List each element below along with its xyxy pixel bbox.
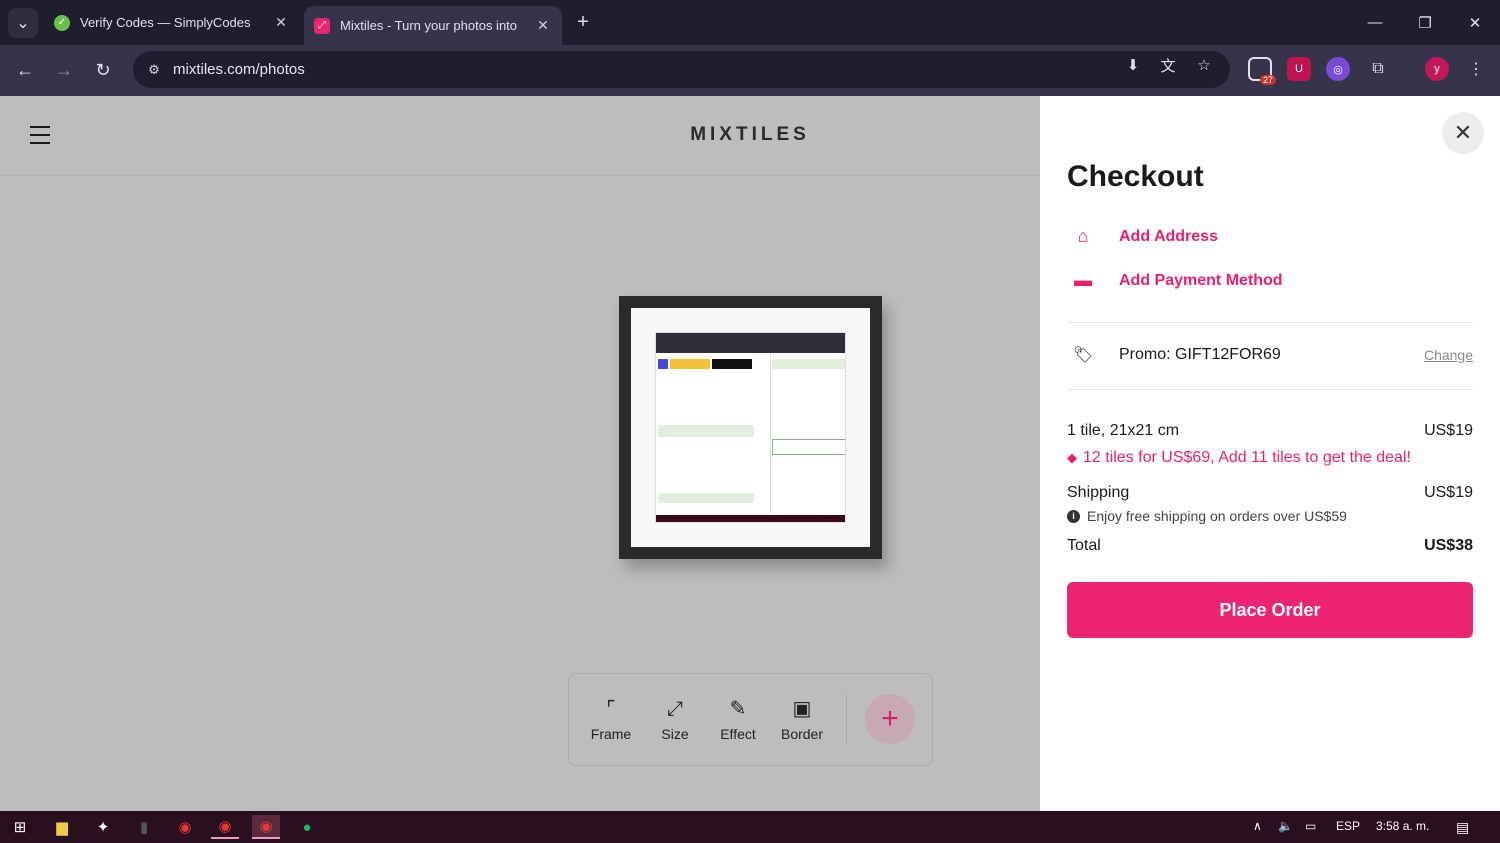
windows-taskbar: ⊞ ▆ ✦ ▮ ◉ ◉ ◉ ● ∧ 🔈 ▭ ESP 3:58 a. m. ▤ [0,811,1500,843]
promo-code: Promo: GIFT12FOR69 [1119,346,1281,363]
tag-icon: 🏷 [1072,347,1094,364]
close-tab-icon[interactable]: ✕ [272,14,290,31]
notifications-icon[interactable]: ▤ [1456,819,1469,836]
shipping-price: US$19 [1424,484,1473,501]
check-icon: ✓ [54,14,70,31]
total-row: Total US$38 [1067,537,1473,555]
add-photo-button[interactable]: + [865,694,915,744]
toolbar-divider [846,694,847,744]
windows-start-icon[interactable]: ⊞ [6,815,34,839]
home-icon: ⌂ [1077,226,1089,246]
install-app-icon[interactable]: ⬇ [1121,53,1145,77]
deal-promo[interactable]: ◆ 12 tiles for US$69, Add 11 tiles to ge… [1067,449,1411,467]
new-tab-button[interactable]: + [570,9,596,35]
language-indicator[interactable]: ESP [1336,819,1360,833]
shipping-label: Shipping [1067,484,1130,501]
total-label: Total [1067,537,1101,554]
item-price: US$19 [1424,422,1473,439]
promo-row: 🏷 Promo: GIFT12FOR69 Change [1067,345,1473,365]
photo-editor-area: MIXTILES ⌜ Frame ⤢ Size ✎ Effect ▣ Borde… [0,96,1040,811]
deal-text: 12 tiles for US$69, Add 11 tiles to get … [1083,449,1411,466]
effect-tool-button[interactable]: ✎ Effect [708,696,768,742]
url-text: mixtiles.com/photos [173,61,305,78]
add-payment-link[interactable]: ▬ Add Payment Method [1067,270,1283,291]
profile-avatar[interactable]: y [1425,57,1449,81]
address-bar[interactable]: ⚙ mixtiles.com/photos [133,51,1230,88]
extension-badge: 27 [1259,75,1276,85]
translate-icon[interactable]: 文 [1156,53,1180,77]
tab-title: Mixtiles - Turn your photos into [340,18,518,33]
volume-icon[interactable]: 🔈 [1278,819,1293,833]
app-icon[interactable]: ▮ [130,815,158,839]
file-explorer-icon[interactable]: ▆ [48,815,76,839]
info-icon: i [1067,509,1080,523]
add-payment-label: Add Payment Method [1119,271,1283,289]
divider [1067,389,1473,390]
extension-icon[interactable]: 27 [1248,57,1276,85]
frame-icon: ⌜ [606,698,616,720]
border-tool-button[interactable]: ▣ Border [772,696,832,742]
chrome-icon[interactable]: ◉ [252,815,280,839]
resize-icon: ⤢ [667,698,683,720]
site-info-icon[interactable]: ⚙ [143,62,165,78]
item-row: 1 tile, 21x21 cm US$19 [1067,422,1473,440]
app-icon[interactable]: ✦ [89,815,117,839]
frame-tool-button[interactable]: ⌜ Frame [581,696,641,742]
brush-icon: ✎ [729,698,747,720]
tool-label: Border [780,726,824,742]
chrome-icon[interactable]: ◉ [171,815,199,839]
back-button[interactable]: ← [10,55,40,85]
shipping-note-text: Enjoy free shipping on orders over US$59 [1087,508,1347,524]
ublock-icon[interactable]: U [1287,57,1311,81]
size-tool-button[interactable]: ⤢ Size [645,696,705,742]
close-icon[interactable]: ✕ [1442,112,1484,154]
extensions-puzzle-icon[interactable]: ⧉ [1366,57,1390,81]
close-tab-icon[interactable]: ✕ [534,17,552,34]
page-content: MIXTILES ⌜ Frame ⤢ Size ✎ Effect ▣ Borde… [0,96,1500,811]
shipping-row: Shipping US$19 [1067,484,1473,502]
tab-title: Verify Codes — SimplyCodes [80,15,251,30]
browser-menu-icon[interactable]: ⋮ [1464,57,1488,81]
item-label: 1 tile, 21x21 cm [1067,422,1180,439]
forward-button[interactable]: → [49,55,79,85]
checkout-panel: ✕ Checkout ⌂ Add Address ▬ Add Payment M… [1040,96,1500,811]
chrome-icon[interactable]: ◉ [211,815,239,839]
clock[interactable]: 3:58 a. m. [1376,819,1429,833]
photo-preview [655,332,846,523]
shipping-note: i Enjoy free shipping on orders over US$… [1067,508,1347,524]
checkout-title: Checkout [1067,160,1204,193]
tray-chevron-icon[interactable]: ∧ [1253,819,1262,833]
tab-search-button[interactable]: ⌄ [8,8,38,38]
tool-label: Size [661,726,689,742]
tool-label: Effect [720,726,756,742]
restore-button[interactable]: ❐ [1400,0,1450,45]
tool-label: Frame [590,726,632,742]
photo-tile[interactable] [619,296,882,559]
minimize-button[interactable]: — [1350,0,1400,45]
tag-icon: ◆ [1067,450,1077,465]
tab-bar: ⌄ ✓ Verify Codes — SimplyCodes ✕ ⤢ Mixti… [0,0,1500,45]
browser-toolbar: ← → ↻ ⚙ mixtiles.com/photos ⬇ 文 ☆ 27 U ◎… [0,45,1500,96]
border-icon: ▣ [792,698,812,720]
credit-card-icon: ▬ [1074,270,1092,290]
change-promo-link[interactable]: Change [1424,347,1473,363]
mixtiles-icon: ⤢ [314,17,330,34]
divider [1067,322,1473,323]
tab-verify-codes[interactable]: ✓ Verify Codes — SimplyCodes ✕ [44,6,300,39]
place-order-button[interactable]: Place Order [1067,582,1473,638]
close-window-button[interactable]: ✕ [1450,0,1500,45]
bookmark-star-icon[interactable]: ☆ [1192,53,1216,77]
extension-purple-icon[interactable]: ◎ [1326,57,1350,81]
tab-mixtiles[interactable]: ⤢ Mixtiles - Turn your photos into ✕ [304,6,562,45]
spotify-icon[interactable]: ● [293,815,321,839]
add-address-link[interactable]: ⌂ Add Address [1067,226,1218,247]
network-icon[interactable]: ▭ [1305,819,1316,833]
edit-toolbar: ⌜ Frame ⤢ Size ✎ Effect ▣ Border + [568,673,933,766]
reload-button[interactable]: ↻ [88,55,118,85]
tile-matting [631,308,870,547]
total-price: US$38 [1424,537,1473,554]
add-address-label: Add Address [1119,227,1218,245]
